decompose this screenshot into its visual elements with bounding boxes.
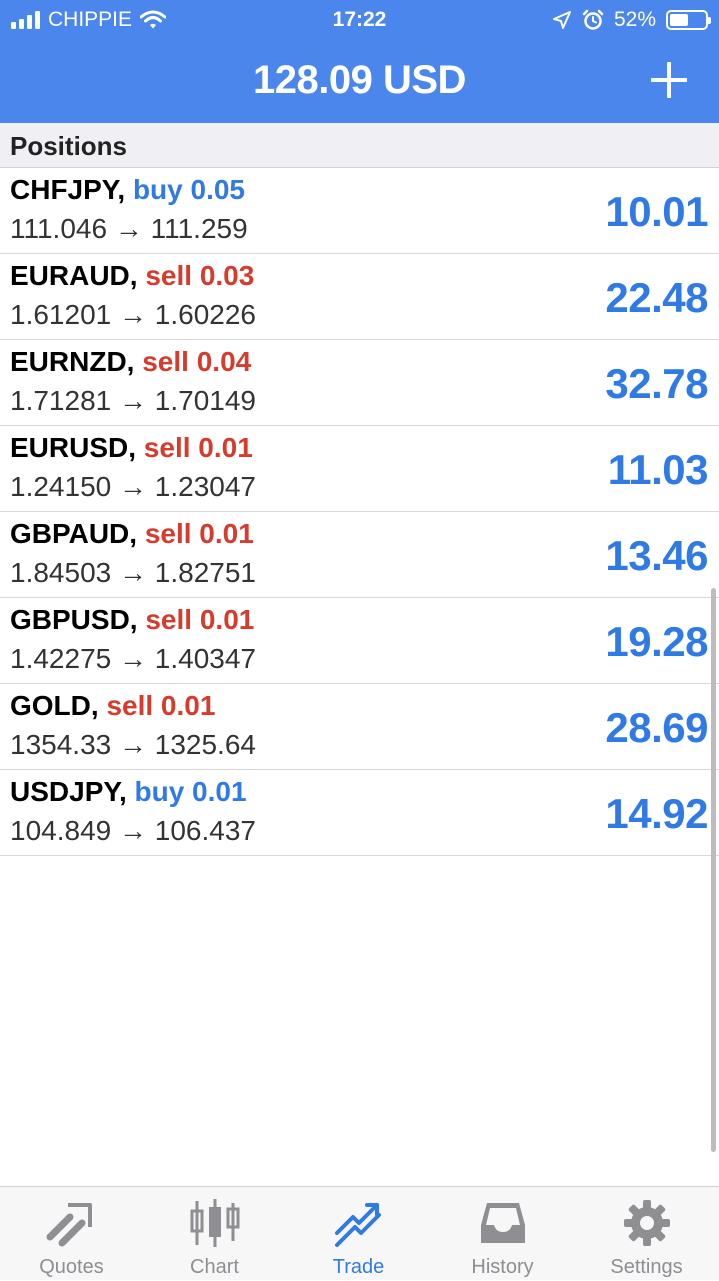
position-side: buy 0.01	[134, 776, 247, 807]
position-side: sell 0.03	[145, 260, 255, 291]
tab-history[interactable]: History	[431, 1187, 574, 1281]
positions-section-header: Positions	[0, 123, 719, 168]
position-prices: 1.84503 → 1.82751	[10, 557, 256, 588]
position-side: sell 0.01	[106, 690, 216, 721]
position-symbol: GOLD,	[10, 690, 99, 721]
tab-trade[interactable]: Trade	[287, 1187, 430, 1281]
alarm-icon	[582, 9, 604, 30]
section-title: Positions	[10, 131, 128, 161]
tab-history-label: History	[471, 1256, 534, 1278]
top-bar: CHIPPIE 17:22 52% 128.09 USD	[0, 0, 719, 123]
position-profit: 22.48	[605, 274, 708, 321]
location-arrow-icon	[552, 11, 571, 29]
quotes-icon	[46, 1203, 92, 1247]
add-order-button[interactable]	[649, 60, 689, 100]
position-title: EURAUD, sell 0.03	[10, 260, 254, 292]
position-prices: 111.046 → 111.259	[10, 213, 248, 244]
position-profit: 13.46	[605, 532, 708, 579]
position-symbol: USDJPY,	[10, 776, 127, 807]
position-title: EURUSD, sell 0.01	[10, 432, 253, 464]
position-symbol: EURAUD,	[10, 260, 138, 291]
tab-settings-label: Settings	[610, 1256, 683, 1278]
tab-chart[interactable]: Chart	[143, 1187, 286, 1281]
position-symbol: GBPAUD,	[10, 518, 138, 549]
position-prices: 1.42275 → 1.40347	[10, 643, 256, 674]
page-title: 128.09 USD	[253, 58, 466, 102]
position-row[interactable]: GBPUSD, sell 0.01 1.42275 → 1.40347 19.28	[0, 598, 719, 684]
battery-icon	[666, 10, 711, 30]
position-title: GBPAUD, sell 0.01	[10, 518, 254, 550]
position-profit: 11.03	[607, 446, 709, 493]
tab-settings[interactable]: Settings	[575, 1187, 718, 1281]
position-prices: 1.61201 → 1.60226	[10, 299, 256, 330]
battery-fill	[670, 14, 688, 26]
position-profit: 32.78	[605, 360, 708, 407]
position-profit: 19.28	[605, 618, 708, 665]
position-prices: 1354.33 → 1325.64	[10, 729, 256, 760]
position-side: sell 0.01	[143, 432, 253, 463]
position-row[interactable]: EURNZD, sell 0.04 1.71281 → 1.70149 32.78	[0, 340, 719, 426]
position-title: GOLD, sell 0.01	[10, 690, 215, 722]
position-symbol: EURUSD,	[10, 432, 137, 463]
position-profit: 10.01	[605, 188, 708, 235]
position-title: USDJPY, buy 0.01	[10, 776, 247, 808]
position-symbol: EURNZD,	[10, 346, 135, 377]
position-side: sell 0.01	[145, 604, 255, 635]
position-title: EURNZD, sell 0.04	[10, 346, 251, 378]
position-title: GBPUSD, sell 0.01	[10, 604, 254, 636]
history-icon	[481, 1203, 525, 1243]
position-side: buy 0.05	[132, 174, 245, 205]
tab-quotes-label: Quotes	[39, 1256, 104, 1278]
settings-icon	[624, 1200, 670, 1246]
position-symbol: CHFJPY,	[10, 174, 126, 205]
position-row[interactable]: EURUSD, sell 0.01 1.24150 → 1.23047 11.03	[0, 426, 719, 512]
position-row[interactable]: EURAUD, sell 0.03 1.61201 → 1.60226 22.48	[0, 254, 719, 340]
position-side: sell 0.04	[142, 346, 252, 377]
position-row[interactable]: USDJPY, buy 0.01 104.849 → 106.437 14.92	[0, 770, 719, 856]
position-row[interactable]: GBPAUD, sell 0.01 1.84503 → 1.82751 13.46	[0, 512, 719, 598]
tab-bar: Quotes Chart Trade History Settings	[0, 1186, 719, 1280]
position-profit: 28.69	[605, 704, 708, 751]
trade-icon	[335, 1203, 381, 1247]
position-profit: 14.92	[605, 790, 708, 837]
status-bar: CHIPPIE 17:22 52%	[0, 0, 719, 40]
position-title: CHFJPY, buy 0.05	[10, 174, 245, 206]
tab-quotes[interactable]: Quotes	[0, 1187, 143, 1281]
battery-percent: 52%	[613, 8, 656, 31]
position-row[interactable]: GOLD, sell 0.01 1354.33 → 1325.64 28.69	[0, 684, 719, 770]
position-prices: 104.849 → 106.437	[10, 815, 256, 846]
position-prices: 1.24150 → 1.23047	[10, 471, 256, 502]
tab-chart-label: Chart	[190, 1256, 239, 1278]
position-row[interactable]: CHFJPY, buy 0.05 111.046 → 111.259 10.01	[0, 168, 719, 254]
position-symbol: GBPUSD,	[10, 604, 138, 635]
status-right: 52%	[552, 8, 711, 32]
scrollbar[interactable]	[711, 588, 716, 1152]
position-side: sell 0.01	[144, 518, 254, 549]
positions-list: CHFJPY, buy 0.05 111.046 → 111.259 10.01 EU…	[0, 168, 719, 856]
position-prices: 1.71281 → 1.70149	[10, 385, 256, 416]
tab-trade-label: Trade	[332, 1256, 385, 1278]
chart-icon	[190, 1199, 240, 1247]
